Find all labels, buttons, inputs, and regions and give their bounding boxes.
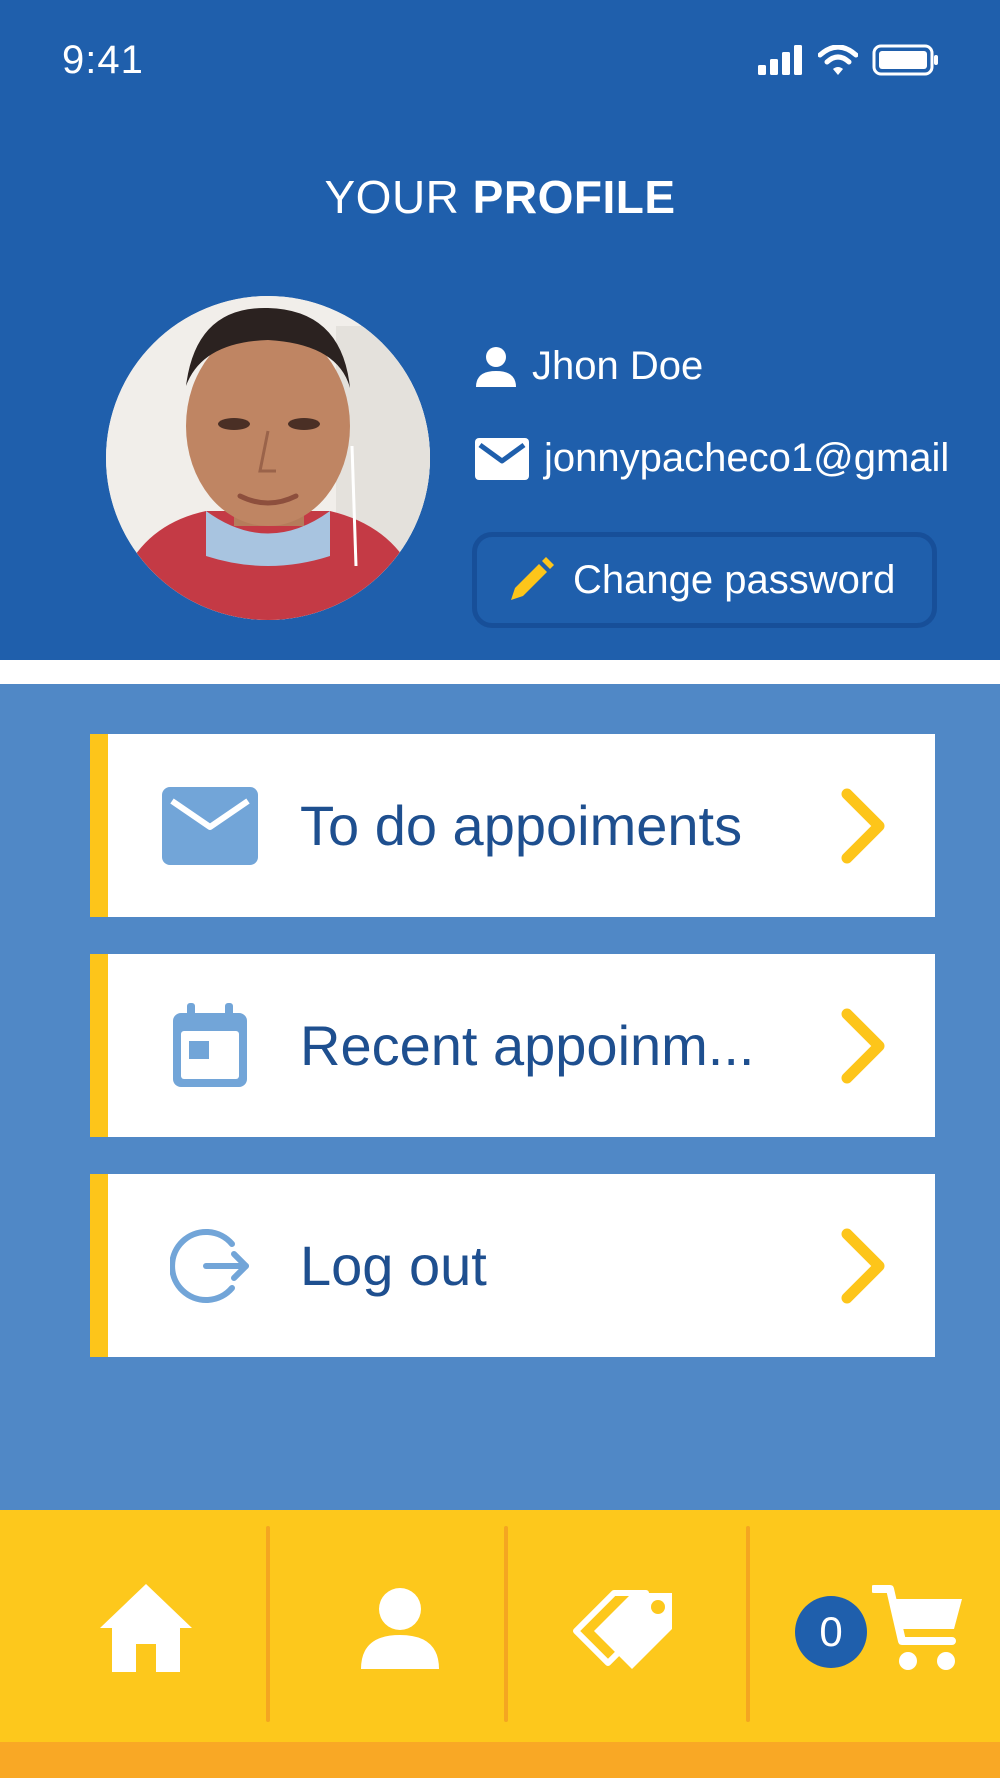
wifi-icon bbox=[817, 44, 859, 80]
mail-icon bbox=[160, 786, 260, 865]
tags-icon bbox=[572, 1585, 678, 1676]
avatar[interactable] bbox=[106, 296, 430, 620]
avatar-photo bbox=[106, 296, 430, 620]
profile-email-row: jonnypacheco1@gmail bbox=[474, 436, 949, 481]
change-password-button[interactable]: Change password bbox=[472, 532, 937, 628]
chevron-right-icon bbox=[841, 788, 885, 864]
page-title-light: YOUR bbox=[324, 171, 460, 223]
menu-item-label: Log out bbox=[300, 1234, 487, 1297]
status-time: 9:41 bbox=[62, 38, 144, 82]
page-title-bold: PROFILE bbox=[472, 171, 676, 223]
menu-item-todo-appointments[interactable]: To do appoiments bbox=[90, 734, 935, 917]
pencil-icon bbox=[507, 556, 555, 604]
status-icons bbox=[758, 44, 940, 80]
bottom-nav-strip bbox=[0, 1742, 1000, 1778]
profile-name: Jhon Doe bbox=[532, 344, 704, 388]
nav-separator bbox=[266, 1526, 270, 1722]
menu-item-label: To do appoiments bbox=[300, 794, 743, 857]
nav-cart-button[interactable] bbox=[868, 1580, 968, 1680]
header-divider bbox=[0, 660, 1000, 684]
profile-header: 9:41 YOUR PROFILE Jhon Doe jonnypacheco1… bbox=[0, 0, 1000, 660]
nav-separator bbox=[746, 1526, 750, 1722]
home-icon bbox=[98, 1582, 194, 1679]
menu-item-label: Recent appoinm... bbox=[300, 1014, 755, 1077]
page-title: YOUR PROFILE bbox=[0, 170, 1000, 224]
menu-item-log-out[interactable]: Log out bbox=[90, 1174, 935, 1357]
battery-icon bbox=[872, 44, 940, 81]
profile-screen: 9:41 YOUR PROFILE Jhon Doe jonnypacheco1… bbox=[0, 0, 1000, 1778]
user-icon bbox=[474, 345, 518, 389]
chevron-right-icon bbox=[841, 1008, 885, 1084]
nav-offers-button[interactable] bbox=[570, 1580, 680, 1680]
profile-name-row: Jhon Doe bbox=[474, 344, 703, 389]
menu-area: To do appoiments Recent appoinm... Log o… bbox=[0, 684, 1000, 1510]
status-bar: 9:41 bbox=[0, 0, 1000, 130]
profile-email: jonnypacheco1@gmail bbox=[544, 436, 950, 480]
chevron-right-icon bbox=[841, 1228, 885, 1304]
signal-icon bbox=[758, 44, 804, 80]
calendar-icon bbox=[160, 1002, 260, 1089]
logout-icon bbox=[160, 1226, 260, 1306]
nav-home-button[interactable] bbox=[96, 1580, 196, 1680]
nav-separator bbox=[504, 1526, 508, 1722]
user-icon bbox=[359, 1587, 441, 1674]
cart-count-badge: 0 bbox=[795, 1596, 867, 1668]
change-password-label: Change password bbox=[573, 557, 896, 602]
mail-icon bbox=[474, 437, 530, 481]
cart-icon bbox=[870, 1583, 964, 1678]
menu-item-recent-appointments[interactable]: Recent appoinm... bbox=[90, 954, 935, 1137]
nav-profile-button[interactable] bbox=[350, 1580, 450, 1680]
